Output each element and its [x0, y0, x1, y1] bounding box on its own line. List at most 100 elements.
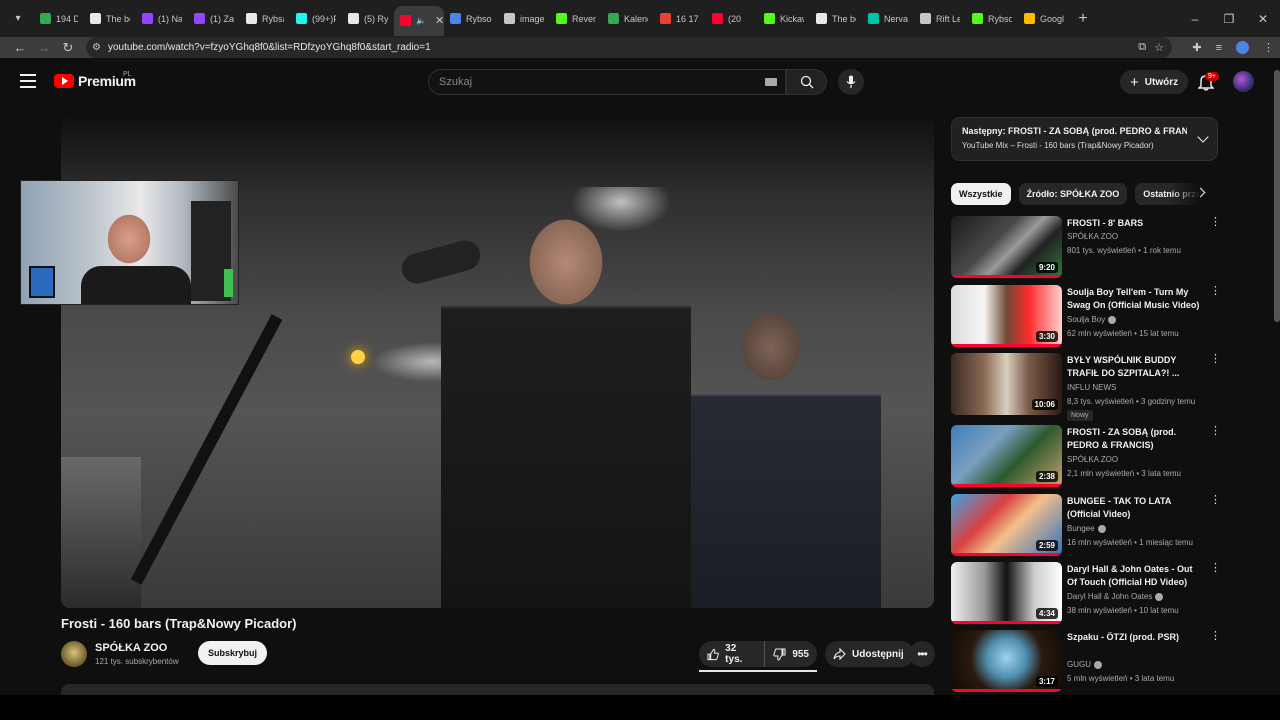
browser-tab[interactable]: (99+)F — [290, 5, 342, 33]
tab-audio-icon[interactable]: 🔈 — [416, 16, 426, 25]
browser-menu-icon[interactable]: ⋮ — [1263, 41, 1274, 54]
page-scrollbar[interactable] — [1274, 70, 1280, 322]
browser-tab[interactable]: (1) Za — [188, 5, 240, 33]
filter-chip[interactable]: Wszystkie — [951, 183, 1011, 205]
window-controls: – ❐ ✕ — [1178, 0, 1280, 37]
browser-tab[interactable]: Google — [1018, 5, 1070, 33]
site-info-icon[interactable]: ⚙ — [92, 42, 101, 53]
up-next-panel[interactable]: Następny: FROSTI - ZA SOBĄ (prod. PEDRO … — [951, 117, 1218, 161]
more-options-icon[interactable]: ⋮ — [1210, 354, 1221, 365]
video-thumbnail[interactable]: 3:17 — [951, 630, 1062, 692]
recommendation-title[interactable]: Soulja Boy Tell'em - Turn My Swag On (Of… — [1067, 286, 1205, 312]
video-thumbnail[interactable]: 10:06 — [951, 353, 1062, 415]
tab-close-icon[interactable]: ✕ — [435, 14, 444, 27]
voice-search-button[interactable] — [838, 69, 864, 95]
more-options-icon[interactable]: ⋮ — [1210, 495, 1221, 506]
tab-favicon-icon — [142, 13, 153, 24]
recommendation-title[interactable]: BUNGEE - TAK TO LATA (Official Video) — [1067, 495, 1205, 521]
recommendation-item[interactable]: 3:30 Soulja Boy Tell'em - Turn My Swag On… — [951, 285, 1221, 347]
browser-tab[interactable]: Kalend — [602, 5, 654, 33]
browser-tab[interactable]: Rift Le — [914, 5, 966, 33]
recommendation-channel[interactable]: SPÓŁKA ZOO — [1067, 455, 1118, 464]
close-window-icon[interactable]: ✕ — [1246, 12, 1280, 26]
browser-tab[interactable]: The be — [84, 5, 136, 33]
more-options-icon[interactable]: ⋮ — [1210, 286, 1221, 297]
account-avatar[interactable] — [1233, 71, 1254, 92]
menu-hamburger-icon[interactable] — [20, 74, 36, 88]
tab-search-chevron-icon[interactable]: ▾ — [8, 9, 28, 29]
url-text[interactable]: youtube.com/watch?v=fzyoYGhq8f0&list=RDf… — [108, 42, 431, 53]
like-button[interactable]: 32 tys. — [699, 641, 766, 667]
tab-favicon-icon — [608, 13, 619, 24]
tab-label: Reven — [572, 13, 596, 24]
recommendation-item[interactable]: 2:59 BUNGEE - TAK TO LATA (Official Video… — [951, 494, 1221, 556]
new-tab-plus-icon[interactable]: + — [1070, 10, 1096, 28]
recommendation-channel[interactable]: Soulja Boy — [1067, 315, 1117, 324]
filter-chip[interactable]: Źródło: SPÓŁKA ZOO — [1018, 183, 1128, 205]
video-thumbnail[interactable]: 2:59 — [951, 494, 1062, 556]
minimize-icon[interactable]: – — [1178, 12, 1212, 26]
browser-tab[interactable]: Rybso — [966, 5, 1018, 33]
recommendation-title[interactable]: Szpaku - ÖTZI (prod. PSR) — [1067, 631, 1205, 644]
recommendation-channel[interactable]: INFLU NEWS — [1067, 383, 1116, 392]
more-actions-icon[interactable]: ••• — [909, 641, 935, 667]
more-options-icon[interactable]: ⋮ — [1210, 563, 1221, 574]
search-button[interactable] — [786, 69, 827, 95]
recommendation-channel[interactable]: Bungee — [1067, 524, 1106, 533]
forward-arrow-icon[interactable]: → — [32, 40, 56, 55]
search-box[interactable] — [428, 69, 786, 95]
subscribe-button[interactable]: Subskrybuj — [198, 641, 268, 665]
dislike-button[interactable]: 955 — [765, 641, 817, 667]
browser-tab[interactable]: 16 17 — [654, 5, 706, 33]
tab-label: image — [520, 13, 544, 24]
video-thumbnail[interactable]: 3:30 — [951, 285, 1062, 347]
youtube-premium-logo[interactable]: Premium PL — [54, 71, 136, 89]
more-options-icon[interactable]: ⋮ — [1210, 217, 1221, 228]
recommendation-title[interactable]: FROSTI - ZA SOBĄ (prod. PEDRO & FRANCIS) — [1067, 426, 1205, 452]
more-options-icon[interactable]: ⋮ — [1210, 426, 1221, 437]
browser-tab[interactable]: Nerva — [862, 5, 914, 33]
green-bottle — [224, 269, 233, 297]
channel-avatar[interactable] — [61, 641, 87, 667]
browser-tab[interactable]: image — [498, 5, 550, 33]
browser-tab[interactable]: Rybsą — [240, 5, 290, 33]
video-thumbnail[interactable]: 9:20 — [951, 216, 1062, 278]
channel-name[interactable]: SPÓŁKA ZOO — [95, 642, 167, 654]
video-thumbnail[interactable]: 4:34 — [951, 562, 1062, 624]
recommendation-channel[interactable]: SPÓŁKA ZOO — [1067, 232, 1118, 241]
browser-tab[interactable]: 🔈 ✕ — [394, 5, 444, 36]
extensions-puzzle-icon[interactable]: ✚ — [1192, 41, 1201, 54]
recommendation-item[interactable]: 3:17 Szpaku - ÖTZI (prod. PSR) GUGU 5 mln w… — [951, 630, 1221, 692]
recommendation-item[interactable]: 9:20 FROSTI - 8' BARS SPÓŁKA ZOO 801 tys. w… — [951, 216, 1221, 278]
recommendation-item[interactable]: 4:34 Daryl Hall & John Oates - Out Of Tou… — [951, 562, 1221, 624]
recommendation-title[interactable]: Daryl Hall & John Oates - Out Of Touch (… — [1067, 563, 1205, 589]
recommendation-title[interactable]: BYŁY WSPÓLNIK BUDDY TRAFIŁ DO SZPITALA?!… — [1067, 354, 1205, 380]
address-bar[interactable]: ⚙ youtube.com/watch?v=fzyoYGhq8f0&list=R… — [86, 37, 1172, 58]
browser-tab[interactable]: (5) Ryb — [342, 5, 394, 33]
back-arrow-icon[interactable]: ← — [8, 40, 32, 55]
recommendation-item[interactable]: 10:06 BYŁY WSPÓLNIK BUDDY TRAFIŁ DO SZPIT… — [951, 353, 1221, 421]
recommendation-title[interactable]: FROSTI - 8' BARS — [1067, 217, 1205, 230]
browser-tab[interactable]: Rybson — [444, 5, 498, 33]
install-app-icon[interactable]: ⧉ — [1138, 41, 1146, 54]
browser-tab[interactable]: Kickaw — [758, 5, 810, 33]
recommendation-channel[interactable]: GUGU — [1067, 660, 1102, 669]
recommendation-channel[interactable]: Daryl Hall & John Oates — [1067, 592, 1164, 601]
more-options-icon[interactable]: ⋮ — [1210, 631, 1221, 642]
keyboard-icon[interactable] — [765, 78, 777, 86]
share-button[interactable]: Udostępnij — [825, 641, 914, 667]
browser-tab[interactable]: (20 — [706, 5, 758, 33]
create-button[interactable]: + Utwórz — [1120, 70, 1189, 94]
browser-tab[interactable]: 194 Di — [34, 5, 84, 33]
browser-tab[interactable]: The be — [810, 5, 862, 33]
maximize-icon[interactable]: ❐ — [1212, 12, 1246, 26]
search-input[interactable] — [439, 76, 759, 88]
bookmark-star-icon[interactable]: ☆ — [1154, 41, 1164, 54]
profile-avatar-icon[interactable] — [1236, 41, 1249, 54]
recommendation-item[interactable]: 2:38 FROSTI - ZA SOBĄ (prod. PEDRO & FRAN… — [951, 425, 1221, 487]
browser-tab[interactable]: (1) Na — [136, 5, 188, 33]
reload-icon[interactable]: ↻ — [56, 40, 80, 56]
video-thumbnail[interactable]: 2:38 — [951, 425, 1062, 487]
media-controls-icon[interactable]: ≡ — [1216, 42, 1222, 54]
browser-tab[interactable]: Reven — [550, 5, 602, 33]
